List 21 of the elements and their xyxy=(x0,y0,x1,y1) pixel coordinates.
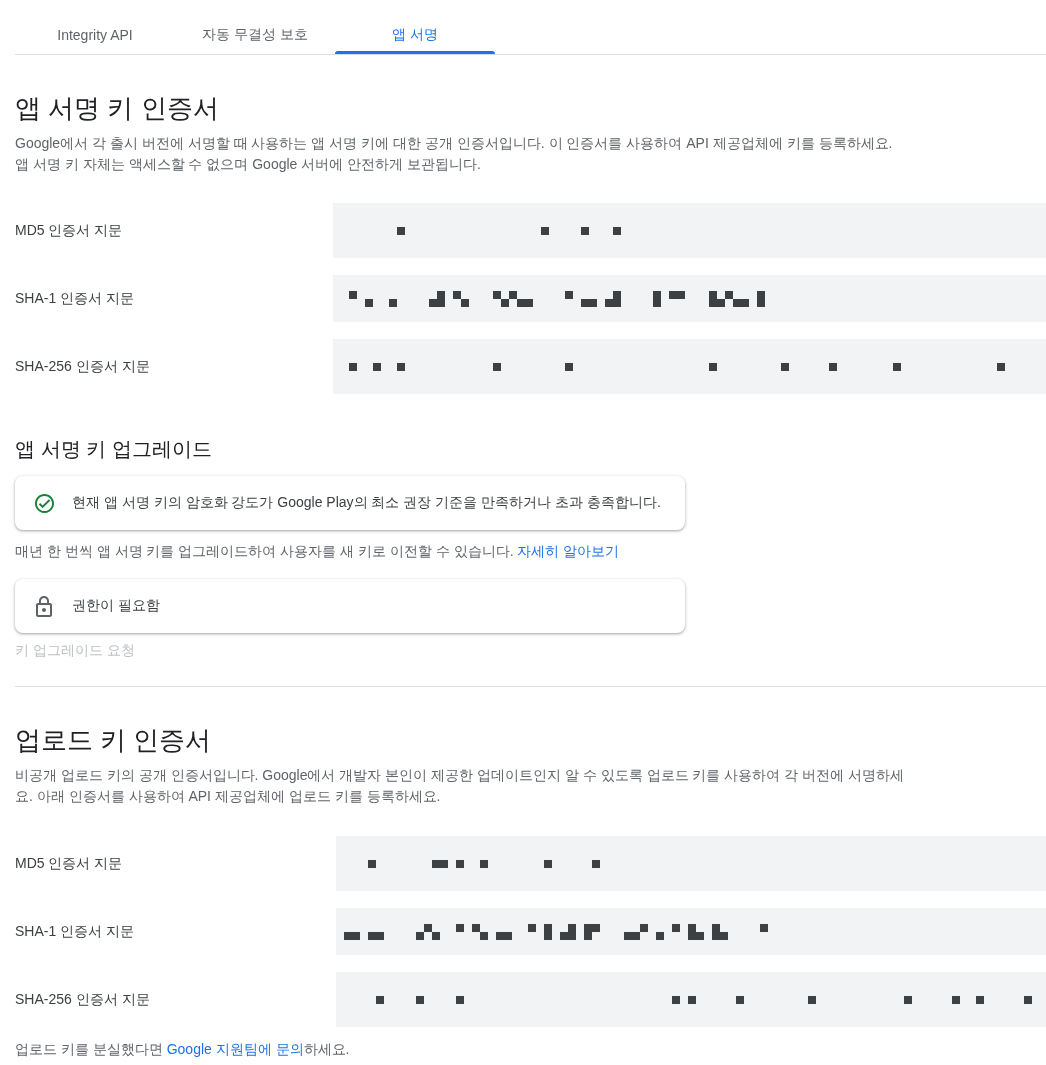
learn-more-link[interactable]: 자세히 알아보기 xyxy=(517,543,620,559)
fingerprint-label: MD5 인증서 지문 xyxy=(15,854,124,873)
section-heading: 업로드 키 인증서 xyxy=(15,724,213,756)
fingerprint-label: SHA-256 인증서 지문 xyxy=(15,990,151,1009)
contact-support-link[interactable]: Google 지원팀에 문의 xyxy=(166,1041,304,1057)
fingerprint-label: SHA-256 인증서 지문 xyxy=(15,357,151,376)
tab[interactable]: 자동 무결성 보호 xyxy=(175,16,335,54)
fingerprint-label: SHA-1 인증서 지문 xyxy=(15,922,135,941)
lost-key-note: 업로드 키를 분실했다면 Google 지원팀에 문의하세요. xyxy=(15,1040,351,1059)
lock-icon xyxy=(36,595,52,617)
tab[interactable]: 앱 서명 xyxy=(335,16,495,54)
fingerprint-label: MD5 인증서 지문 xyxy=(15,221,124,240)
upgrade-note: 매년 한 번씩 앱 서명 키를 업그레이드하여 사용자를 새 키로 이전할 수 있습니다. 자세히 알아보기 xyxy=(15,542,621,561)
section-heading: 앱 서명 키 인증서 xyxy=(15,92,220,124)
card-message: 권한이 필요함 xyxy=(72,597,160,615)
section-description: 비공개 업로드 키의 공개 인증서입니다. Google에서 개발자 본인이 제공한 업데이트인지 알 수 있도록 업로드 키를 사용하여 각 버전에 서명하세요. 아래 인증서를 사용하여 API 제공업체에 업로드 키를 등록하세요. xyxy=(15,766,906,806)
tab[interactable]: Integrity API xyxy=(15,16,175,54)
card-message: 현재 앱 서명 키의 암호화 강도가 Google Play의 최소 권장 기준을 만족하거나 초과 충족합니다. xyxy=(72,494,661,512)
fingerprint-label: SHA-1 인증서 지문 xyxy=(15,289,135,308)
section-subheading: 앱 서명 키 업그레이드 xyxy=(15,437,213,462)
section-description: Google에서 각 출시 버전에 서명할 때 사용하는 앱 서명 키에 대한 공개 인증서입니다. 이 인증서를 사용하여 API 제공업체에 키를 등록하세요. 앱 서명 키 자체는 액세스할 수 없으며 Google 서버에 안전하게 보관됩니다. xyxy=(15,134,894,174)
